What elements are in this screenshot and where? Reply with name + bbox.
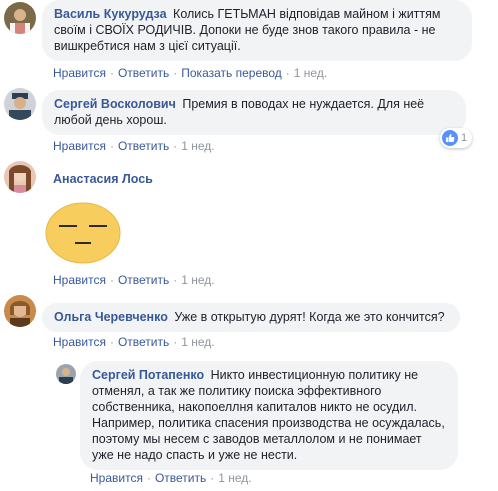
comment-author[interactable]: Сергей Потапенко: [92, 368, 204, 382]
comment-author[interactable]: Василь Кукурудза: [54, 7, 167, 21]
separator: ·: [173, 139, 178, 153]
comment-actions: Нравится · Ответить · Показать перевод · 1 нед…: [53, 66, 327, 80]
like-icon: [442, 130, 458, 146]
like-link[interactable]: Нравится: [53, 273, 106, 287]
like-link[interactable]: Нравится: [90, 471, 143, 485]
separator: ·: [173, 335, 178, 349]
avatar[interactable]: [4, 2, 36, 34]
reply-link[interactable]: Ответить: [155, 471, 206, 485]
comment-text: Уже в открытую дурят! Когда же это кончи…: [174, 310, 445, 324]
comment-author[interactable]: Сергей Восколович: [54, 97, 176, 111]
separator: ·: [173, 273, 178, 287]
reply-link[interactable]: Ответить: [118, 335, 169, 349]
comment-bubble: Василь Кукурудза Колись ГЕТЬМАН відповід…: [42, 0, 472, 61]
separator: ·: [146, 471, 151, 485]
avatar[interactable]: [56, 364, 76, 384]
reply-link[interactable]: Ответить: [118, 66, 169, 80]
reply-link[interactable]: Ответить: [118, 139, 169, 153]
separator: ·: [109, 335, 114, 349]
reply-link[interactable]: Ответить: [118, 273, 169, 287]
like-link[interactable]: Нравится: [53, 139, 106, 153]
comment-author[interactable]: Ольга Черевченко: [54, 310, 168, 324]
reaction-count: 1: [461, 132, 468, 144]
avatar[interactable]: [4, 295, 36, 327]
like-link[interactable]: Нравится: [53, 66, 106, 80]
separator: ·: [285, 66, 290, 80]
comment-actions: Нравится · Ответить · 1 нед.: [53, 139, 215, 153]
separator: ·: [173, 66, 178, 80]
comment-time[interactable]: 1 нед.: [181, 335, 214, 349]
comment-author[interactable]: Анастасия Лось: [53, 172, 153, 186]
comment-time[interactable]: 1 нед.: [294, 66, 327, 80]
comment-time[interactable]: 1 нед.: [218, 471, 251, 485]
comment-actions: Нравится · Ответить · 1 нед.: [53, 273, 215, 287]
comment-time[interactable]: 1 нед.: [181, 139, 214, 153]
comment-bubble: Ольга Черевченко Уже в открытую дурят! К…: [42, 303, 460, 332]
neutral-face-sticker-icon: [45, 202, 121, 264]
comment-bubble: Сергей Восколович Премия в поводах не ну…: [42, 90, 466, 135]
reaction-count-badge[interactable]: 1: [440, 128, 473, 148]
comment-text: Никто инвестиционную политику не отменял…: [92, 368, 445, 462]
avatar[interactable]: [4, 88, 36, 120]
translate-link[interactable]: Показать перевод: [181, 66, 282, 80]
comment-author-line: Анастасия Лось: [53, 172, 156, 186]
separator: ·: [109, 273, 114, 287]
separator: ·: [210, 471, 215, 485]
comment-actions: Нравится · Ответить · 1 нед.: [53, 335, 215, 349]
separator: ·: [109, 139, 114, 153]
avatar[interactable]: [4, 161, 36, 193]
like-link[interactable]: Нравится: [53, 335, 106, 349]
separator: ·: [109, 66, 114, 80]
comment-actions: Нравится · Ответить · 1 нед.: [90, 471, 252, 485]
reply-bubble: Сергей Потапенко Никто инвестиционную по…: [80, 361, 458, 470]
comment-time[interactable]: 1 нед.: [181, 273, 214, 287]
